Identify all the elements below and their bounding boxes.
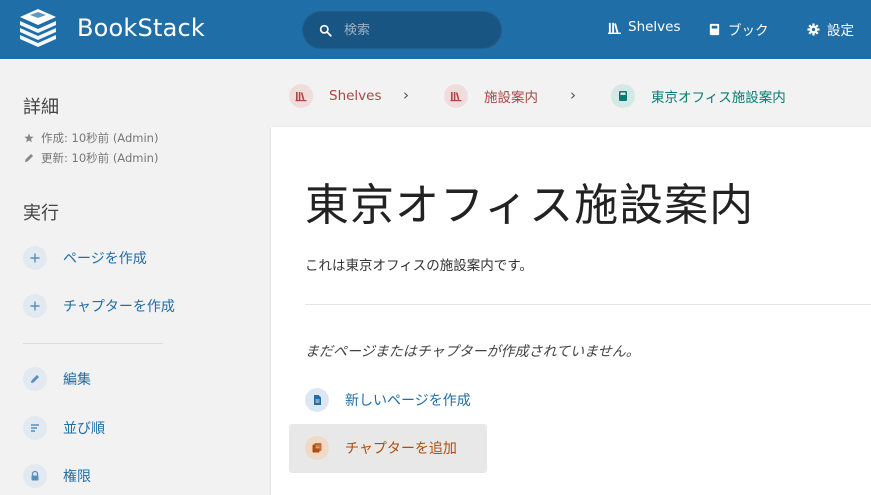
lock-icon [23,464,47,488]
edit-icon [23,367,47,391]
create-chapter-action[interactable]: チャプターを作成 [23,294,175,318]
breadcrumb-shelves[interactable]: Shelves [289,84,382,108]
star-icon [24,133,34,143]
shelf-icon [444,84,468,108]
edit-label: 編集 [63,372,91,388]
actions-heading: 実行 [23,203,59,224]
add-chapter-link[interactable]: チャプターを追加 [305,436,457,460]
sort-action[interactable]: 並び順 [23,416,105,440]
nav-settings-label: 設定 [827,23,854,39]
left-sidebar: 詳細 作成: 10秒前 (Admin) 更新: 10秒前 (Admin) 実行 … [0,59,271,495]
sort-label: 並び順 [63,421,105,437]
nav-shelves-label: Shelves [628,19,681,35]
chevron-right-icon: › [570,86,576,104]
bookstack-logo-icon[interactable] [16,9,60,49]
created-text: 作成: 10秒前 (Admin) [41,131,159,145]
permissions-label: 権限 [63,469,91,485]
pencil-icon [25,154,33,162]
page-title: 東京オフィス施設案内 [305,180,755,231]
content-divider [305,304,871,305]
page-icon [305,388,329,412]
breadcrumb-shelves-label: Shelves [329,88,382,104]
chevron-right-icon: › [403,86,409,104]
plus-icon [23,246,47,270]
search-icon [319,24,332,37]
empty-message: まだページまたはチャプターが作成されていません。 [305,344,640,360]
updated-meta: 更新: 10秒前 (Admin) [24,150,158,166]
details-heading: 詳細 [23,97,59,118]
search-box[interactable] [302,11,502,49]
nav-books[interactable]: ブック [708,19,769,39]
search-input[interactable] [344,22,484,38]
plus-icon [23,294,47,318]
breadcrumb-shelf[interactable]: 施設案内 [444,84,538,108]
shelves-icon [289,84,313,108]
create-page-action[interactable]: ページを作成 [23,246,147,270]
book-icon [611,84,635,108]
nav-books-label: ブック [728,23,769,39]
permissions-action[interactable]: 権限 [23,464,91,488]
sort-icon [23,416,47,440]
chapter-icon [305,436,329,460]
sidebar-divider [23,343,163,344]
nav-settings[interactable]: 設定 [807,19,854,39]
nav-shelves[interactable]: Shelves [608,19,681,35]
book-icon [709,23,720,35]
breadcrumb-book-label: 東京オフィス施設案内 [651,90,786,106]
edit-action[interactable]: 編集 [23,367,91,391]
brand-name[interactable]: BookStack [77,14,205,42]
add-chapter-label: チャプターを追加 [345,441,457,457]
create-page-label: ページを作成 [63,251,147,267]
breadcrumb-shelf-label: 施設案内 [484,90,538,106]
shelves-icon [608,22,621,34]
new-page-label: 新しいページを作成 [345,393,471,409]
book-description: これは東京オフィスの施設案内です。 [305,258,533,274]
top-header: BookStack Shelves ブック [0,0,871,59]
created-meta: 作成: 10秒前 (Admin) [24,130,158,146]
gear-icon [807,22,820,36]
breadcrumb-book[interactable]: 東京オフィス施設案内 [611,84,786,108]
create-chapter-label: チャプターを作成 [63,299,175,315]
updated-text: 更新: 10秒前 (Admin) [41,151,159,165]
new-page-link[interactable]: 新しいページを作成 [305,388,471,412]
